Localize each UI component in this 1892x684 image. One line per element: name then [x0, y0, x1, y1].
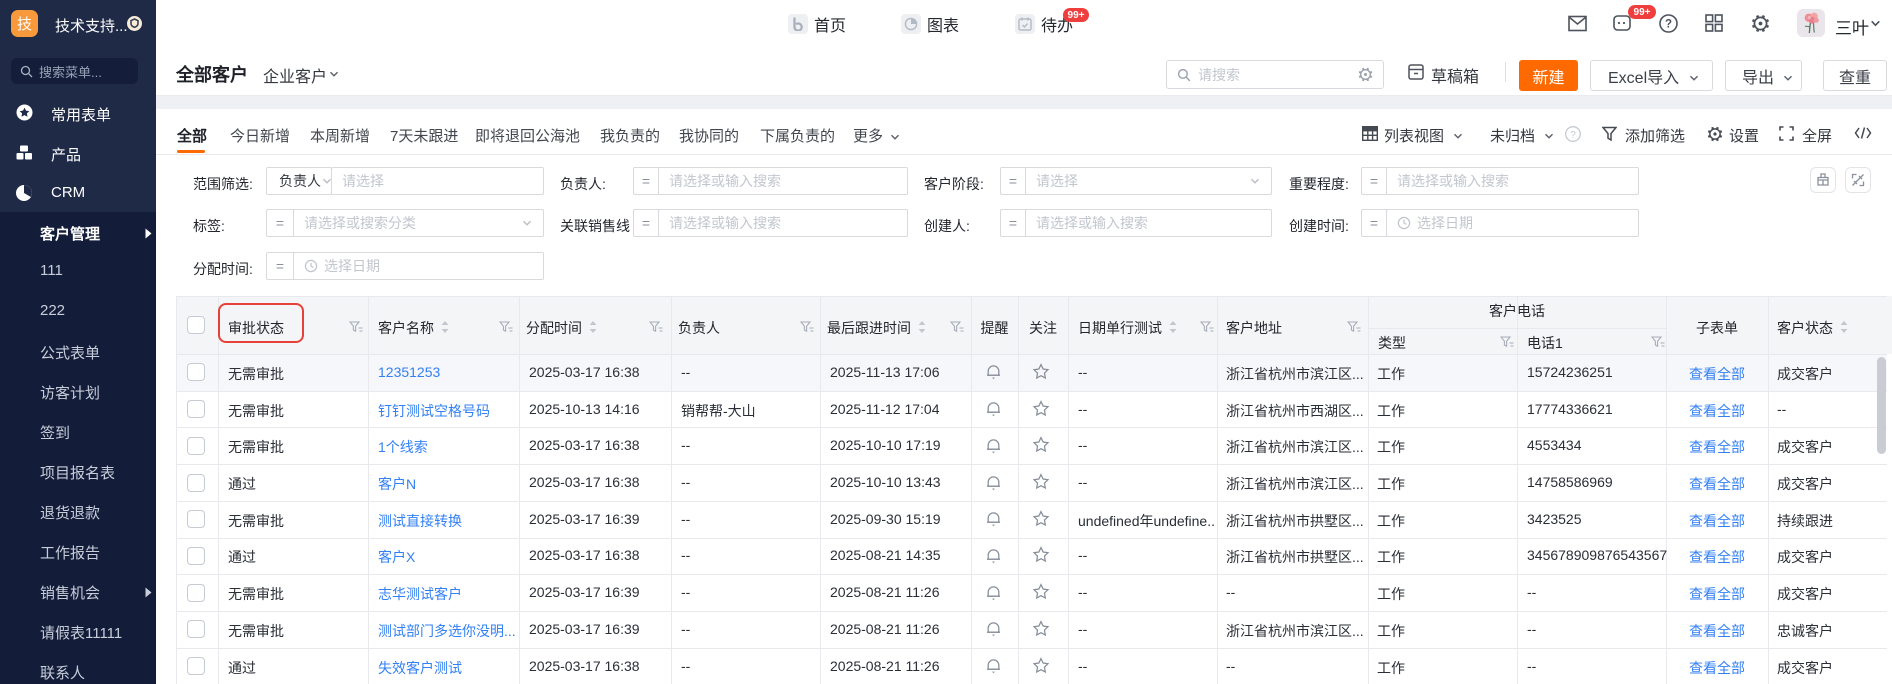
- svg-text:?: ?: [1570, 130, 1576, 141]
- svg-text:?: ?: [1665, 19, 1672, 31]
